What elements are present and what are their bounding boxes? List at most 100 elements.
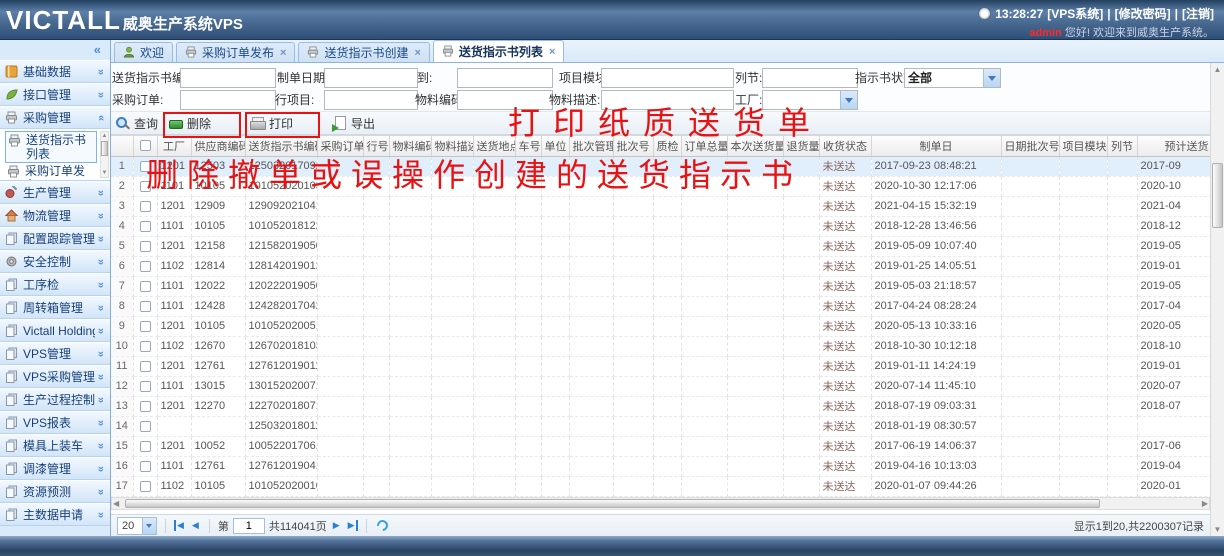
tab-2[interactable]: 送货指示书创建×	[298, 42, 429, 62]
column-header[interactable]: 物料描述	[431, 136, 473, 156]
next-page-button[interactable]: ▶	[331, 520, 342, 531]
sidebar-item-0[interactable]: 基础数据«	[0, 60, 110, 83]
sidebar-item-7[interactable]: 工序检«	[0, 273, 110, 296]
table-row[interactable]: 4110110105101052018122814未送达2018-12-28 1…	[111, 216, 1210, 236]
filter-input-1-1[interactable]	[324, 90, 418, 110]
column-header[interactable]: 制单日	[871, 136, 1001, 156]
logout-link[interactable]: [注销]	[1182, 5, 1214, 22]
table-row[interactable]: 5120112158121582019050903未送达2019-05-09 1…	[111, 236, 1210, 256]
row-checkbox[interactable]	[133, 336, 157, 356]
sidebar-item-14[interactable]: 模具上装车«	[0, 434, 110, 457]
sidebar-item-13[interactable]: VPS报表«	[0, 411, 110, 434]
sidebar-item-15[interactable]: 调漆管理«	[0, 457, 110, 480]
sidebar-item-12[interactable]: 生产过程控制«	[0, 388, 110, 411]
column-header[interactable]: 项目模块	[1059, 136, 1107, 156]
table-row[interactable]: 8110112428124282017042403未送达2017-04-24 0…	[111, 296, 1210, 316]
table-row[interactable]: 16110112761127612019041602未送达2019-04-16 …	[111, 456, 1210, 476]
column-header[interactable]: 工厂	[157, 136, 191, 156]
column-header[interactable]: 物料编码	[389, 136, 431, 156]
filter-input-0-1[interactable]	[324, 68, 418, 88]
row-checkbox[interactable]	[133, 456, 157, 476]
sidebar-item-17[interactable]: 主数据申请«	[0, 503, 110, 526]
filter-input-0-0[interactable]	[180, 68, 276, 88]
page-size-select[interactable]: 20	[117, 517, 157, 535]
prev-page-button[interactable]: ◀	[190, 520, 201, 531]
sidebar-item-8[interactable]: 周转箱管理«	[0, 296, 110, 319]
table-row[interactable]: 17110210105101052020010703未送达2020-01-07 …	[111, 476, 1210, 496]
row-checkbox[interactable]	[133, 296, 157, 316]
table-row[interactable]: 12110113015130152020071403未送达2020-07-14 …	[111, 376, 1210, 396]
export-button[interactable]: 导出	[332, 114, 375, 133]
table-row[interactable]: 9120110105101052020051303未送达2020-05-13 1…	[111, 316, 1210, 336]
sidebar-item-9[interactable]: Victall Holding«	[0, 319, 110, 342]
row-checkbox[interactable]	[133, 276, 157, 296]
row-checkbox[interactable]	[133, 396, 157, 416]
sidebar-item-10[interactable]: VPS管理«	[0, 342, 110, 365]
filter-input-0-2[interactable]	[457, 68, 553, 88]
select-all-checkbox[interactable]	[133, 136, 157, 156]
close-icon[interactable]: ×	[414, 47, 420, 59]
table-row[interactable]: 11120112761127612019011102未送达2019-01-11 …	[111, 356, 1210, 376]
submenu-scrollbar[interactable]: ▲▼	[100, 131, 109, 178]
scroll-up-icon[interactable]: ▲	[101, 132, 108, 140]
column-header[interactable]: 收货状态	[819, 136, 871, 156]
table-row[interactable]: 6110212814128142019012504未送达2019-01-25 1…	[111, 256, 1210, 276]
column-header[interactable]: 日期批次号	[1001, 136, 1059, 156]
table-row[interactable]: 13120112270122702018071903未送达2018-07-19 …	[111, 396, 1210, 416]
filter-select-0-5[interactable]: 全部	[904, 68, 1001, 88]
horizontal-scrollbar[interactable]: ◀ ▶	[111, 497, 1210, 510]
first-page-button[interactable]: ◀	[174, 520, 186, 531]
last-page-button[interactable]: ▶	[346, 520, 358, 531]
scroll-up-icon[interactable]: ▲	[1211, 64, 1224, 75]
refresh-icon[interactable]	[374, 518, 389, 533]
table-row[interactable]: 15120110052100522017061918未送达2017-06-19 …	[111, 436, 1210, 456]
sidebar-item-11[interactable]: VPS采购管理«	[0, 365, 110, 388]
sidebar-item-1[interactable]: 接口管理«	[0, 83, 110, 106]
page-number-input[interactable]	[233, 518, 265, 534]
tab-1[interactable]: 采购订单发布×	[176, 42, 295, 62]
row-checkbox[interactable]	[133, 196, 157, 216]
row-checkbox[interactable]	[133, 416, 157, 436]
hscroll-thumb[interactable]	[125, 499, 1100, 508]
row-checkbox[interactable]	[133, 376, 157, 396]
sidebar-item-5[interactable]: 配置跟踪管理«	[0, 227, 110, 250]
column-header[interactable]: 列节	[1107, 136, 1137, 156]
filter-input-0-3[interactable]	[601, 68, 734, 88]
close-icon[interactable]: ×	[280, 47, 286, 59]
tab-0[interactable]: 欢迎	[114, 42, 173, 62]
scroll-left-icon[interactable]: ◀	[113, 498, 119, 509]
sidebar-item-4[interactable]: 物流管理«	[0, 204, 110, 227]
filter-input-0-4[interactable]	[762, 68, 858, 88]
column-header[interactable]: 送货指示书编码	[245, 136, 317, 156]
sidebar-item-2[interactable]: 采购管理«	[0, 106, 110, 129]
sidebar-item-3[interactable]: 生产管理«	[0, 181, 110, 204]
sidebar-subitem-0[interactable]: 送货指示书列表	[5, 131, 97, 163]
row-checkbox[interactable]	[133, 316, 157, 336]
scroll-down-icon[interactable]: ▼	[1211, 524, 1224, 535]
sidebar-item-6[interactable]: 安全控制«	[0, 250, 110, 273]
filter-input-1-0[interactable]	[180, 90, 276, 110]
vscroll-thumb[interactable]	[1212, 163, 1223, 228]
table-row[interactable]: 14125032018011902未送达2018-01-19 08:30:57	[111, 416, 1210, 436]
scroll-down-icon[interactable]: ▼	[101, 169, 108, 177]
row-checkbox[interactable]	[133, 476, 157, 496]
tab-3[interactable]: 送货指示书列表×	[433, 40, 564, 62]
column-header[interactable]: 供应商编码	[191, 136, 245, 156]
close-icon[interactable]: ×	[549, 46, 555, 58]
row-checkbox[interactable]	[133, 256, 157, 276]
sidebar-subitem-1[interactable]: 采购订单发布	[5, 163, 97, 181]
table-row[interactable]: 7110112022120222019050304未送达2019-05-03 2…	[111, 276, 1210, 296]
column-header[interactable]: 行号	[363, 136, 389, 156]
scroll-right-icon[interactable]: ▶	[1202, 498, 1208, 509]
query-button[interactable]: 查询	[115, 114, 158, 133]
row-checkbox[interactable]	[133, 236, 157, 256]
column-header[interactable]: 采购订单	[317, 136, 363, 156]
row-checkbox[interactable]	[133, 356, 157, 376]
table-row[interactable]: 10110212670126702018103005未送达2018-10-30 …	[111, 336, 1210, 356]
column-header[interactable]: 预计送货日	[1137, 136, 1210, 156]
table-row[interactable]: 3120112909129092021041501未送达2021-04-15 1…	[111, 196, 1210, 216]
sidebar-item-16[interactable]: 资源预测«	[0, 480, 110, 503]
vps-system-link[interactable]: [VPS系统]	[1047, 5, 1103, 22]
vertical-scrollbar[interactable]: ▲ ▼	[1210, 63, 1224, 536]
row-checkbox[interactable]	[133, 216, 157, 236]
